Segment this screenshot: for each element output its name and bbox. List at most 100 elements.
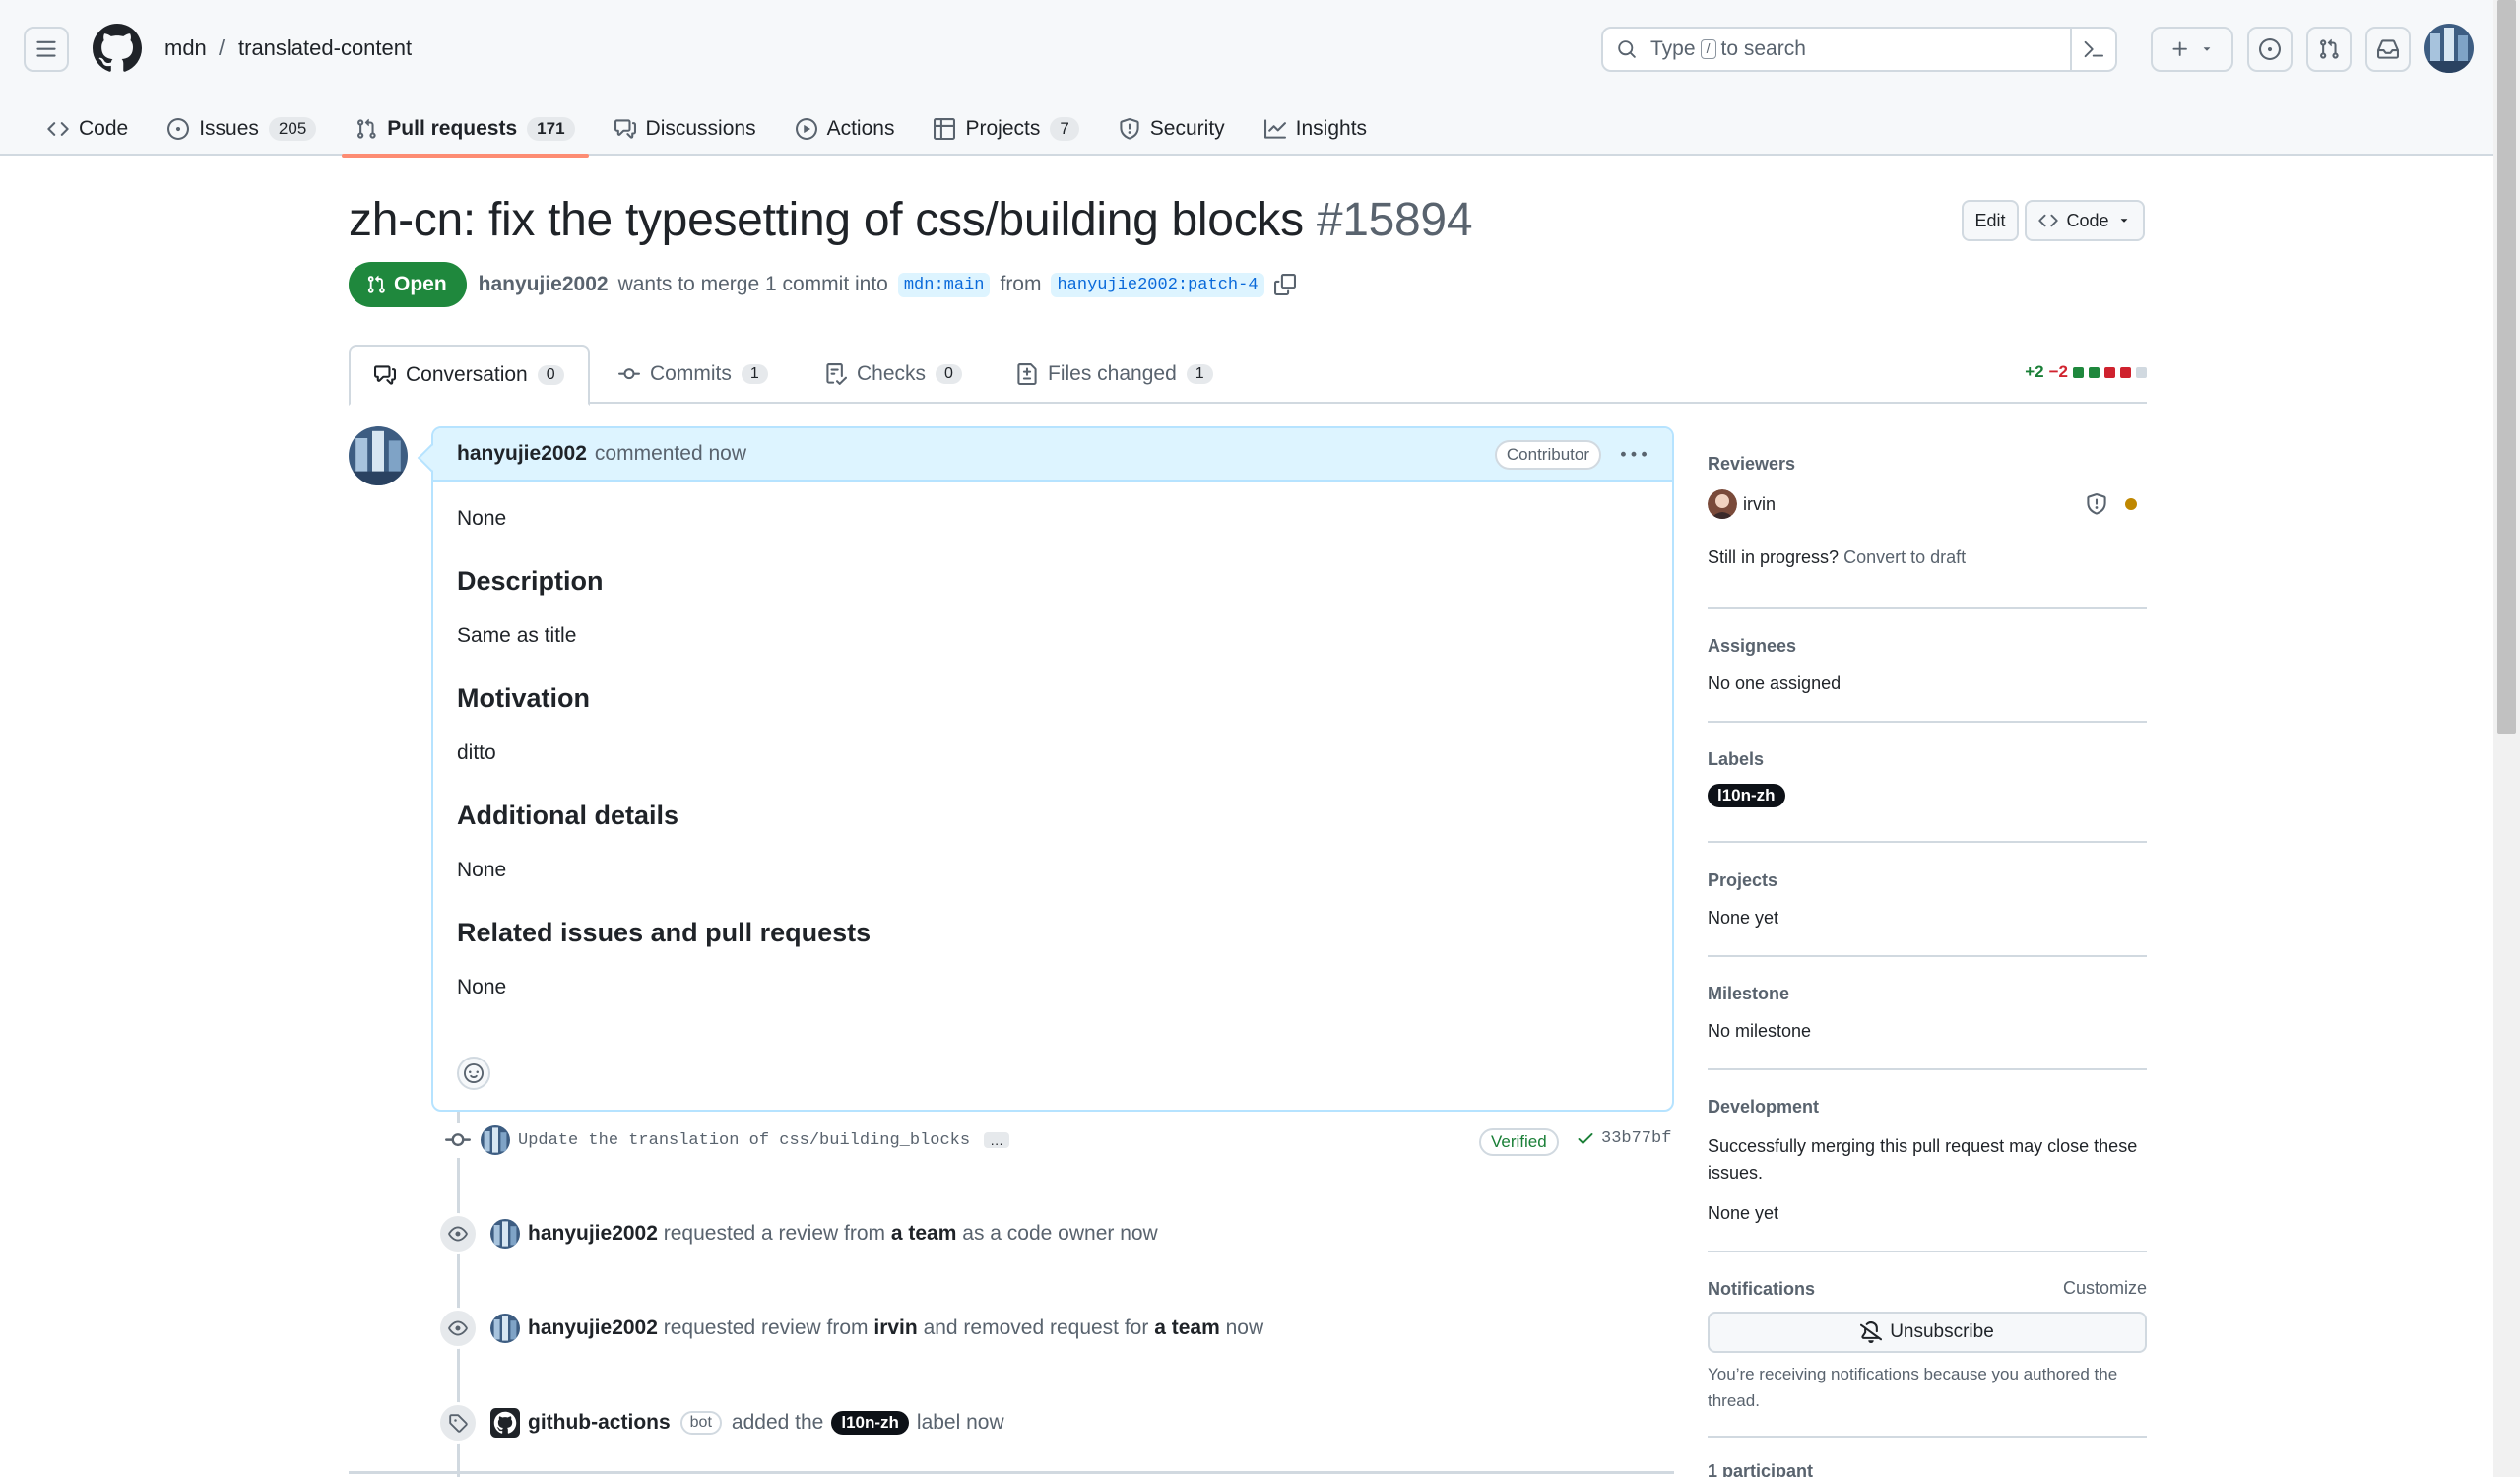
divider	[1708, 721, 2147, 723]
page-scrollbar-thumb[interactable]	[2497, 0, 2516, 734]
sidebar-development-heading[interactable]: Development	[1708, 1096, 2147, 1119]
repo-nav-security[interactable]: Security	[1105, 102, 1239, 156]
tab-conversation-label: Conversation	[406, 363, 528, 386]
timeline-badge	[437, 1213, 479, 1254]
code-dropdown-button[interactable]: Code	[2025, 200, 2145, 241]
sidebar-projects-heading[interactable]: Projects	[1708, 869, 2147, 892]
divider	[1708, 955, 2147, 957]
event-target[interactable]: a team	[1154, 1316, 1220, 1340]
repo-nav-actions[interactable]: Actions	[782, 102, 909, 156]
commit-expand-button[interactable]: …	[984, 1132, 1010, 1148]
comment-discussion-icon	[374, 365, 396, 385]
search-shortcut-key: /	[1700, 39, 1716, 59]
diffstat-bar-add	[2089, 366, 2100, 378]
divider	[1708, 1251, 2147, 1252]
event-text: requested a review from	[663, 1222, 886, 1245]
edit-title-button[interactable]: Edit	[1962, 200, 2019, 241]
pending-review-dot-icon	[2125, 498, 2137, 510]
add-reaction-button[interactable]	[457, 1057, 490, 1090]
github-logo-icon[interactable]	[93, 24, 142, 73]
repo-nav-projects[interactable]: Projects 7	[920, 102, 1092, 156]
event-actor[interactable]: hanyujie2002	[528, 1222, 658, 1246]
label-pill[interactable]: l10n-zh	[831, 1411, 909, 1435]
customize-notifications-link[interactable]: Customize	[2063, 1278, 2147, 1299]
breadcrumb-repo[interactable]: translated-content	[238, 35, 412, 61]
development-text: Successfully merging this pull request m…	[1708, 1136, 2138, 1183]
projects-count-badge: 7	[1050, 117, 1079, 141]
github-actions-avatar-icon[interactable]	[490, 1408, 520, 1438]
reviewer-row: irvin	[1708, 489, 2147, 519]
base-branch[interactable]: mdn:main	[897, 272, 991, 297]
diffstat-bar-del	[2120, 366, 2131, 378]
tab-conversation[interactable]: Conversation 0	[349, 345, 590, 406]
comment-author[interactable]: hanyujie2002	[457, 442, 587, 466]
event-actor[interactable]: hanyujie2002	[528, 1316, 658, 1340]
pull-requests-button[interactable]	[2306, 27, 2352, 72]
pr-description-comment: hanyujie2002 commented now Contributor N…	[431, 426, 1674, 1112]
repo-nav-pull-requests[interactable]: Pull requests 171	[342, 102, 589, 158]
actor-avatar[interactable]	[490, 1219, 520, 1249]
table-icon	[934, 118, 956, 140]
create-new-button[interactable]	[2151, 27, 2233, 72]
avatar-image-icon	[490, 1314, 520, 1343]
repo-nav-issues[interactable]: Issues 205	[154, 102, 330, 156]
inbox-button[interactable]	[2365, 27, 2411, 72]
tab-commits[interactable]: Commits 1	[618, 345, 768, 404]
repo-nav-code[interactable]: Code	[33, 102, 142, 156]
sidebar-milestone-heading[interactable]: Milestone	[1708, 983, 2147, 1005]
reviewer-name[interactable]: irvin	[1743, 494, 1776, 515]
tab-files-changed[interactable]: Files changed 1	[1016, 345, 1213, 404]
pr-state-label: Open	[394, 273, 447, 295]
triangle-down-icon	[2203, 47, 2211, 51]
divider	[1708, 841, 2147, 843]
tab-checks[interactable]: Checks 0	[825, 345, 962, 404]
commit-sha[interactable]: 33b77bf	[1576, 1128, 1671, 1148]
event-text: now	[1225, 1316, 1264, 1339]
milestone-value: No milestone	[1708, 1021, 1812, 1041]
unsubscribe-button[interactable]: Unsubscribe	[1708, 1312, 2147, 1353]
commit-message-link[interactable]: Update the translation of css/building_b…	[518, 1131, 970, 1150]
comment-discussion-icon	[614, 119, 636, 139]
head-branch[interactable]: hanyujie2002:patch-4	[1051, 272, 1264, 297]
copy-icon[interactable]	[1273, 274, 1296, 295]
hamburger-menu-button[interactable]	[24, 27, 69, 72]
notifications-header: Notifications Customize	[1708, 1278, 2147, 1301]
divider	[1708, 607, 2147, 609]
assignees-value: No one assigned	[1708, 674, 1842, 693]
section-heading: Related issues and pull requests	[457, 918, 872, 947]
sidebar-assignees-heading[interactable]: Assignees	[1708, 635, 2147, 658]
tab-checks-label: Checks	[857, 362, 927, 385]
command-palette-button[interactable]	[2070, 29, 2115, 70]
search-input[interactable]: Type / to search	[1601, 27, 2117, 72]
pr-author-link[interactable]: hanyujie2002	[479, 273, 609, 296]
issues-button[interactable]	[2247, 27, 2293, 72]
commit-author-avatar[interactable]	[481, 1125, 510, 1155]
pr-merge-text: wants to merge 1 commit into	[617, 273, 888, 295]
checklist-icon	[826, 363, 847, 385]
event-target[interactable]: irvin	[873, 1316, 917, 1340]
comment-author-avatar[interactable]	[349, 426, 408, 485]
repo-nav-actions-label: Actions	[826, 117, 895, 140]
diffstat-bar-del	[2104, 366, 2115, 378]
breadcrumb-owner[interactable]: mdn	[164, 35, 207, 61]
convert-to-draft-link[interactable]: Convert to draft	[1843, 547, 1966, 567]
repo-nav-discussions[interactable]: Discussions	[601, 102, 770, 156]
tab-commits-label: Commits	[650, 362, 732, 385]
user-avatar-button[interactable]	[2424, 24, 2474, 73]
event-actor[interactable]: github-actions	[528, 1411, 671, 1435]
repo-nav-pull-requests-label: Pull requests	[387, 117, 518, 140]
verified-badge[interactable]: Verified	[1479, 1128, 1559, 1156]
labels-list: l10n-zh	[1708, 784, 2147, 807]
sidebar-reviewers-heading[interactable]: Reviewers	[1708, 453, 2147, 476]
label-pill[interactable]: l10n-zh	[1708, 784, 1785, 807]
reviewer-avatar-icon[interactable]	[1708, 489, 1737, 519]
divider	[349, 1471, 1674, 1474]
event-target[interactable]: a team	[891, 1222, 957, 1246]
notification-reason: You’re receiving notifications because y…	[1708, 1365, 2118, 1410]
repo-nav-insights[interactable]: Insights	[1251, 102, 1381, 156]
avatar-image-icon	[2424, 24, 2474, 73]
sidebar-labels-heading[interactable]: Labels	[1708, 748, 2147, 771]
kebab-horizontal-icon[interactable]	[1621, 442, 1647, 468]
actor-avatar[interactable]	[490, 1314, 520, 1343]
event-text: label now	[916, 1411, 1004, 1434]
